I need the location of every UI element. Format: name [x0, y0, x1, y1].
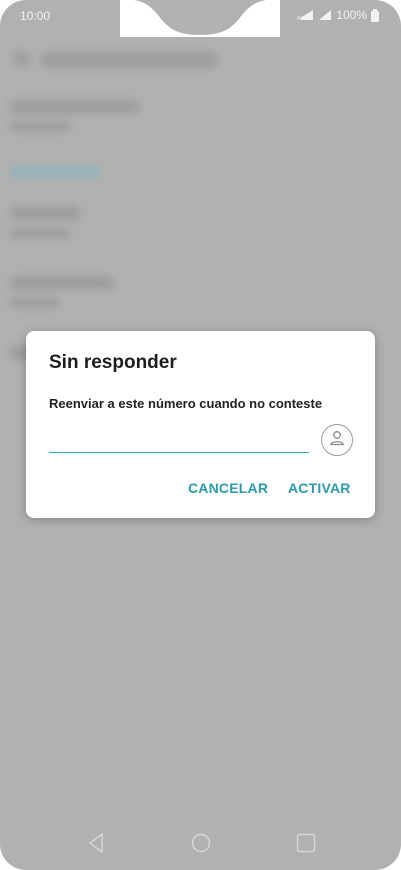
recents-icon[interactable] [296, 832, 316, 859]
activate-button[interactable]: ACTIVAR [288, 480, 351, 496]
cell-signal-icon [318, 9, 332, 21]
contact-picker-button[interactable] [321, 424, 353, 456]
back-icon[interactable] [88, 832, 104, 859]
home-icon[interactable] [191, 832, 211, 859]
battery-icon [371, 8, 379, 22]
dialog-message: Reenviar a este número cuando no contest… [49, 396, 323, 411]
wifi-signal-icon [296, 9, 314, 21]
phone-screen: 10:00 100% Sin responder Reenviar a este… [0, 0, 401, 870]
cancel-button[interactable]: CANCELAR [188, 480, 268, 496]
dialog-title: Sin responder [49, 352, 177, 373]
forward-number-input[interactable] [49, 424, 309, 453]
battery-percent: 100% [336, 8, 367, 22]
call-forward-dialog: Sin responder Reenviar a este número cua… [26, 331, 375, 518]
status-icons: 100% [296, 8, 379, 22]
contact-picker-icon [328, 429, 346, 452]
camera-notch [120, 0, 280, 37]
status-time: 10:00 [20, 9, 51, 23]
